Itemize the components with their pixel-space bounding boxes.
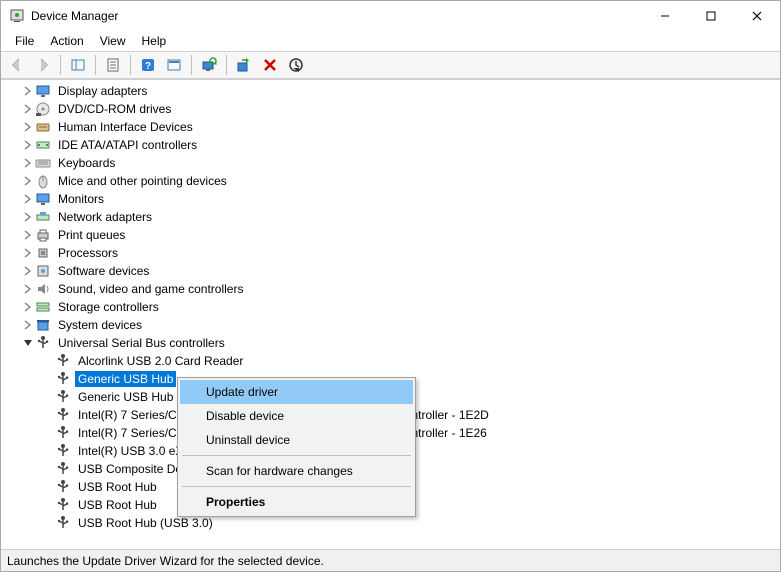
titlebar: Device Manager	[1, 1, 780, 31]
minimize-button[interactable]	[642, 1, 688, 31]
device-label: Generic USB Hub	[75, 371, 176, 387]
context-menu-item[interactable]: Scan for hardware changes	[180, 459, 413, 483]
update-driver-toolbar-button[interactable]	[232, 53, 256, 77]
close-button[interactable]	[734, 1, 780, 31]
action-options-button[interactable]	[162, 53, 186, 77]
category-label: IDE ATA/ATAPI controllers	[55, 137, 200, 153]
expand-arrow-icon[interactable]	[21, 102, 35, 116]
context-menu-item-label: Scan for hardware changes	[206, 464, 353, 478]
category-label: Software devices	[55, 263, 152, 279]
category-label: Mice and other pointing devices	[55, 173, 230, 189]
tree-category-usb[interactable]: Universal Serial Bus controllers	[1, 334, 780, 352]
category-label: Storage controllers	[55, 299, 162, 315]
device-label: Alcorlink USB 2.0 Card Reader	[75, 353, 246, 369]
expand-arrow-icon[interactable]	[21, 138, 35, 152]
context-menu-separator	[182, 455, 411, 456]
menu-action[interactable]: Action	[42, 32, 91, 50]
menu-file[interactable]: File	[7, 32, 42, 50]
category-label: Sound, video and game controllers	[55, 281, 246, 297]
disable-device-toolbar-button[interactable]	[284, 53, 308, 77]
expand-arrow-icon[interactable]	[21, 174, 35, 188]
tree-category[interactable]: IDE ATA/ATAPI controllers	[1, 136, 780, 154]
tree-category[interactable]: Network adapters	[1, 208, 780, 226]
expand-arrow-icon[interactable]	[21, 84, 35, 98]
expand-arrow-icon[interactable]	[21, 210, 35, 224]
device-label: USB Root Hub	[75, 479, 160, 495]
category-label: Keyboards	[55, 155, 118, 171]
expand-arrow-icon[interactable]	[21, 264, 35, 278]
expand-arrow-icon[interactable]	[21, 156, 35, 170]
menu-help[interactable]: Help	[134, 32, 175, 50]
category-label: Human Interface Devices	[55, 119, 196, 135]
context-menu-item-label: Disable device	[206, 409, 284, 423]
toolbar-separator	[191, 55, 192, 75]
context-menu-item[interactable]: Uninstall device	[180, 428, 413, 452]
toolbar-separator	[226, 55, 227, 75]
show-hide-console-tree-button[interactable]	[66, 53, 90, 77]
device-label: Generic USB Hub	[75, 389, 176, 405]
toolbar-separator	[95, 55, 96, 75]
category-label: Network adapters	[55, 209, 155, 225]
tree-category[interactable]: Human Interface Devices	[1, 118, 780, 136]
expand-arrow-icon[interactable]	[21, 246, 35, 260]
tree-category[interactable]: Storage controllers	[1, 298, 780, 316]
menu-view[interactable]: View	[92, 32, 134, 50]
category-label: Processors	[55, 245, 121, 261]
tree-category[interactable]: Display adapters	[1, 82, 780, 100]
category-label: Universal Serial Bus controllers	[55, 335, 228, 351]
tree-device[interactable]: Alcorlink USB 2.0 Card Reader	[1, 352, 780, 370]
expand-arrow-icon[interactable]	[21, 300, 35, 314]
context-menu: Update driver Disable device Uninstall dev…	[177, 377, 416, 517]
forward-button[interactable]	[31, 53, 55, 77]
expand-arrow-icon[interactable]	[21, 192, 35, 206]
window-buttons	[642, 1, 780, 31]
collapse-arrow-icon[interactable]	[21, 336, 35, 350]
svg-text:?: ?	[145, 61, 151, 72]
tree-category[interactable]: System devices	[1, 316, 780, 334]
menubar: File Action View Help	[1, 31, 780, 51]
expand-arrow-icon[interactable]	[21, 318, 35, 332]
context-menu-item-label: Uninstall device	[206, 433, 290, 447]
status-text: Launches the Update Driver Wizard for th…	[7, 554, 324, 568]
context-menu-item[interactable]: Update driver	[180, 380, 413, 404]
app-icon	[9, 8, 25, 24]
scan-hardware-button[interactable]	[197, 53, 221, 77]
context-menu-item[interactable]: Disable device	[180, 404, 413, 428]
tree-category[interactable]: DVD/CD-ROM drives	[1, 100, 780, 118]
maximize-button[interactable]	[688, 1, 734, 31]
expand-arrow-icon[interactable]	[21, 228, 35, 242]
properties-button[interactable]	[101, 53, 125, 77]
toolbar-separator	[60, 55, 61, 75]
tree-category[interactable]: Sound, video and game controllers	[1, 280, 780, 298]
tree-category[interactable]: Software devices	[1, 262, 780, 280]
tree-category[interactable]: Processors	[1, 244, 780, 262]
category-label: Display adapters	[55, 83, 150, 99]
category-label: DVD/CD-ROM drives	[55, 101, 174, 117]
context-menu-item-label: Properties	[206, 495, 265, 509]
toolbar-separator	[130, 55, 131, 75]
tree-category[interactable]: Monitors	[1, 190, 780, 208]
toolbar: ?	[1, 51, 780, 79]
category-label: System devices	[55, 317, 145, 333]
context-menu-separator	[182, 486, 411, 487]
device-manager-window: Device Manager File Action View Help ? D…	[0, 0, 781, 572]
window-title: Device Manager	[31, 9, 642, 23]
context-menu-item-label: Update driver	[206, 385, 278, 399]
category-label: Monitors	[55, 191, 107, 207]
category-label: Print queues	[55, 227, 128, 243]
back-button[interactable]	[5, 53, 29, 77]
tree-category[interactable]: Print queues	[1, 226, 780, 244]
context-menu-item[interactable]: Properties	[180, 490, 413, 514]
device-label: USB Root Hub (USB 3.0)	[75, 515, 216, 531]
statusbar: Launches the Update Driver Wizard for th…	[1, 549, 780, 571]
expand-arrow-icon[interactable]	[21, 120, 35, 134]
tree-category[interactable]: Keyboards	[1, 154, 780, 172]
expand-arrow-icon[interactable]	[21, 282, 35, 296]
tree-category[interactable]: Mice and other pointing devices	[1, 172, 780, 190]
help-button[interactable]: ?	[136, 53, 160, 77]
device-label: USB Root Hub	[75, 497, 160, 513]
uninstall-device-toolbar-button[interactable]	[258, 53, 282, 77]
